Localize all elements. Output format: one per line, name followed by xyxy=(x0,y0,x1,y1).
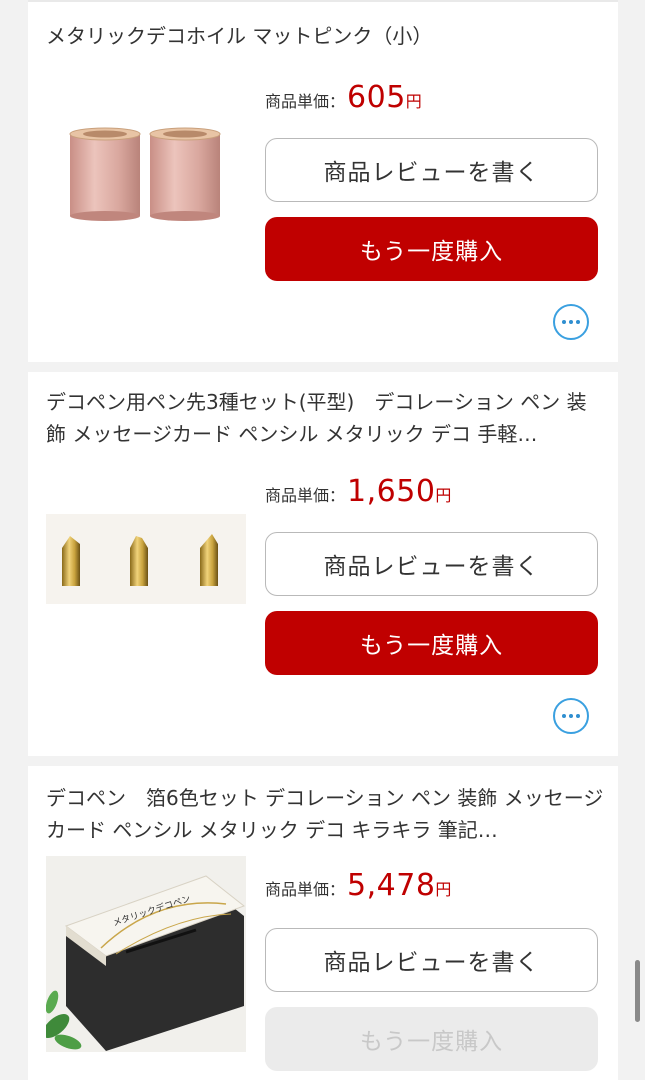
write-review-button[interactable]: 商品レビューを書く xyxy=(265,928,598,992)
price-unit: 円 xyxy=(435,880,452,899)
buy-again-button[interactable]: もう一度購入 xyxy=(265,217,598,281)
product-title[interactable]: メタリックデコホイル マットピンク（小） xyxy=(46,20,606,52)
price-row: 商品単価： 605 円 xyxy=(265,80,422,120)
product-image[interactable] xyxy=(46,514,246,604)
product-title[interactable]: デコペン用ペン先3種セット(平型) デコレーション ペン 装飾 メッセージカード… xyxy=(46,386,606,450)
price-value: 605 xyxy=(347,80,406,115)
product-image[interactable] xyxy=(46,112,246,232)
product-title[interactable]: デコペン 箔6色セット デコレーション ペン 装飾 メッセージカード ペンシル … xyxy=(46,782,606,846)
ellipsis-circle-icon[interactable] xyxy=(553,698,589,734)
product-card: デコペン 箔6色セット デコレーション ペン 装飾 メッセージカード ペンシル … xyxy=(28,766,618,1080)
price-label: 商品単価： xyxy=(265,486,346,505)
write-review-button[interactable]: 商品レビューを書く xyxy=(265,138,598,202)
buy-again-button-disabled: もう一度購入 xyxy=(265,1007,598,1071)
product-card: デコペン用ペン先3種セット(平型) デコレーション ペン 装飾 メッセージカード… xyxy=(28,372,618,756)
price-unit: 円 xyxy=(435,486,452,505)
price-unit: 円 xyxy=(405,92,422,111)
price-label: 商品単価： xyxy=(265,880,346,899)
product-card: メタリックデコホイル マットピンク（小） 商品単価： 605 円 商品レビューを… xyxy=(28,0,618,362)
price-row: 商品単価： 5,478 円 xyxy=(265,868,451,908)
price-row: 商品単価： 1,650 円 xyxy=(265,474,451,514)
product-image[interactable]: メタリックデコペン xyxy=(46,856,246,1052)
ellipsis-circle-icon[interactable] xyxy=(553,304,589,340)
price-value: 5,478 xyxy=(347,868,436,903)
write-review-button[interactable]: 商品レビューを書く xyxy=(265,532,598,596)
price-label: 商品単価： xyxy=(265,92,346,111)
order-history-page: メタリックデコホイル マットピンク（小） 商品単価： 605 円 商品レビューを… xyxy=(0,0,645,1080)
scrollbar[interactable] xyxy=(635,960,640,1022)
buy-again-button[interactable]: もう一度購入 xyxy=(265,611,598,675)
price-value: 1,650 xyxy=(347,474,436,509)
